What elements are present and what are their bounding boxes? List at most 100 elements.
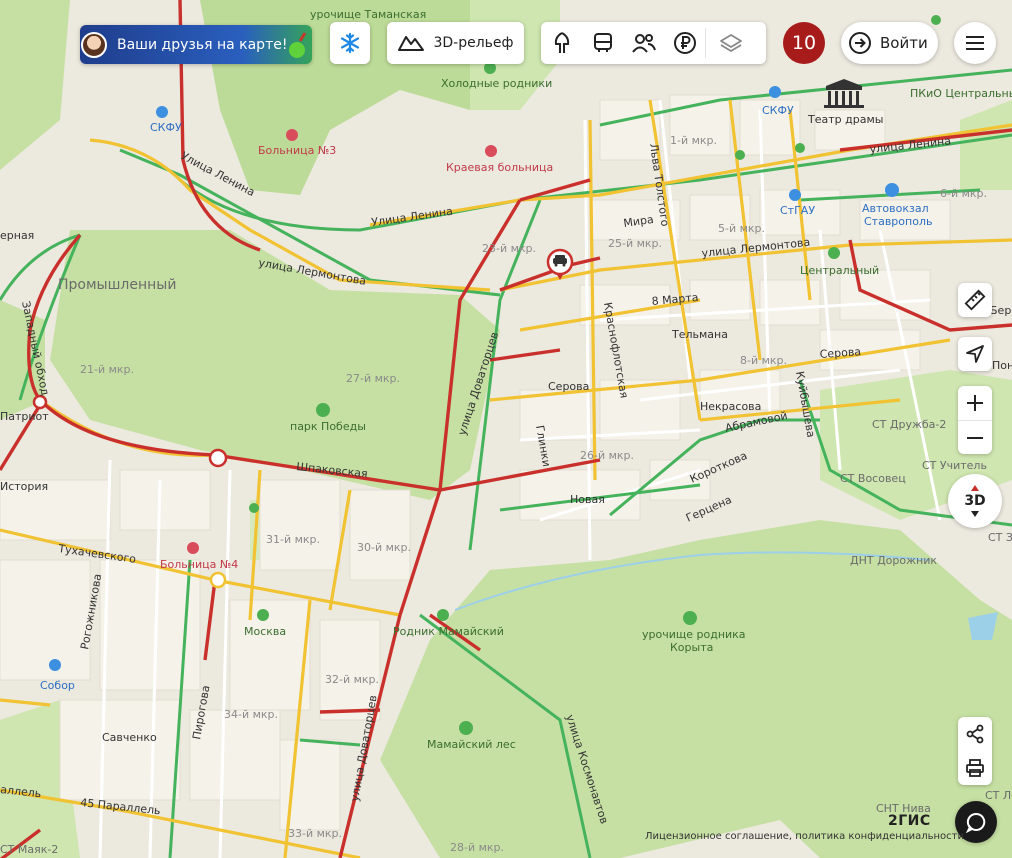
market-marker (257, 609, 269, 621)
attractions-icon (554, 32, 569, 53)
district-label: 27-й мкр. (346, 372, 400, 385)
hospital-marker (286, 129, 298, 141)
district-label: 8-й мкр. (740, 354, 787, 367)
compass-north-icon (971, 485, 979, 491)
park-marker (735, 150, 745, 160)
login-label: Войти (880, 34, 928, 52)
share-icon (966, 724, 984, 744)
university-marker (769, 86, 781, 98)
place-label: СТ Зд (988, 531, 1012, 544)
login-icon (849, 32, 871, 54)
zoom-in-button[interactable] (958, 386, 992, 420)
roundabout (209, 571, 227, 589)
view-3d-label: 3D (964, 493, 986, 509)
place-label: СКФУ (762, 104, 794, 117)
district-label: 5-й мкр. (718, 222, 765, 235)
hospital-marker (187, 542, 199, 554)
ruler-button[interactable] (958, 283, 992, 317)
place-label: урочище родника (642, 628, 746, 641)
transit-icon (593, 33, 612, 52)
place-label: СТ Восовец (840, 472, 906, 485)
ruble-icon (673, 32, 696, 54)
place-label: СТ Ле (985, 789, 1012, 802)
district-label: Промышленный (58, 277, 176, 293)
relief-3d-button[interactable]: 3D-рельеф (387, 22, 524, 64)
compass-3d-button[interactable]: 3D (948, 474, 1002, 528)
district-label: 6-й мкр. (940, 187, 987, 200)
snowflake-icon (340, 32, 360, 54)
plus-icon (967, 395, 983, 411)
place-label: Бер Д (990, 304, 1012, 317)
bus-station-marker (885, 183, 899, 197)
market-marker (828, 247, 840, 259)
place-label: Патриот (0, 410, 49, 423)
place-label: Пон (992, 359, 1012, 372)
university-marker (156, 106, 168, 118)
minus-icon (967, 436, 983, 439)
street-label: Серова (548, 380, 589, 393)
place-label: Москва (244, 625, 286, 638)
street-label: ерная (0, 229, 34, 242)
district-label: 33-й мкр. (288, 827, 342, 840)
share-button[interactable] (958, 717, 992, 751)
district-label: 31-й мкр. (266, 533, 320, 546)
park-marker (459, 721, 473, 735)
place-label: Центральный (800, 264, 879, 277)
place-label: Ставрополь (864, 215, 932, 228)
printer-icon (966, 759, 984, 777)
zoom-out-button[interactable] (958, 420, 992, 454)
chat-bubble-icon (965, 812, 986, 833)
navigation-arrow-icon (966, 345, 984, 363)
market-marker (795, 143, 805, 153)
place-label: Корыта (670, 641, 713, 654)
notifications-counter[interactable]: 10 (783, 22, 825, 64)
relief-label: 3D-рельеф (433, 35, 514, 51)
place-label: СтГАУ (780, 204, 815, 217)
district-label: 28-й мкр. (450, 841, 504, 854)
city-map[interactable]: Промышленный 21-й мкр. 27-й мкр. 23-й мк… (0, 0, 1012, 858)
place-label: Краевая больница (446, 161, 553, 174)
place-label: История (0, 480, 48, 493)
park-marker (249, 503, 259, 513)
transit-layer-button[interactable] (582, 22, 623, 64)
attractions-layer-button[interactable] (541, 22, 582, 64)
street-label: Некрасова (700, 400, 761, 413)
place-label: СТ Маяк-2 (0, 843, 58, 856)
print-button[interactable] (958, 751, 992, 785)
place-label: Родник Мамайский (393, 625, 504, 638)
prices-layer-button[interactable] (664, 22, 705, 64)
district-label: 34-й мкр. (224, 708, 278, 721)
place-label: ДНТ Дорожник (850, 554, 937, 567)
place-label: Больница №3 (258, 144, 336, 157)
my-location-button[interactable] (958, 337, 992, 371)
share-print-control (958, 717, 992, 785)
avatar (81, 31, 107, 58)
place-label: ПКиО Центральный (910, 87, 1012, 100)
district-label: 30-й мкр. (357, 541, 411, 554)
relief-icon (398, 36, 425, 51)
church-marker (49, 659, 61, 671)
roundabout (32, 394, 48, 410)
spring-marker (437, 609, 449, 621)
district-label: 32-й мкр. (325, 673, 379, 686)
promo-text: Ваши друзья на карте! (117, 36, 288, 53)
park-marker (931, 15, 941, 25)
map-layers-button[interactable] (706, 22, 756, 64)
menu-button[interactable] (954, 22, 996, 64)
login-button[interactable]: Войти (841, 22, 938, 64)
friends-promo-banner[interactable]: Ваши друзья на карте! (80, 25, 312, 64)
street-label: Тельмана (671, 328, 728, 341)
roundabout (208, 448, 228, 468)
district-label: 26-й мкр. (580, 449, 634, 462)
friends-icon (631, 34, 656, 53)
street-label: Савченко (102, 731, 157, 744)
place-label: парк Победы (290, 420, 366, 433)
place-label: СКФУ (150, 121, 182, 134)
place-label: СТ Учитель (922, 459, 987, 472)
district-label: 1-й мкр. (670, 134, 717, 147)
license-link[interactable]: Лицензионное соглашение, политика конфид… (645, 831, 964, 842)
friends-layer-button[interactable] (623, 22, 664, 64)
park-marker (316, 403, 330, 417)
hospital-marker (485, 145, 497, 157)
snow-mode-button[interactable] (330, 22, 370, 64)
